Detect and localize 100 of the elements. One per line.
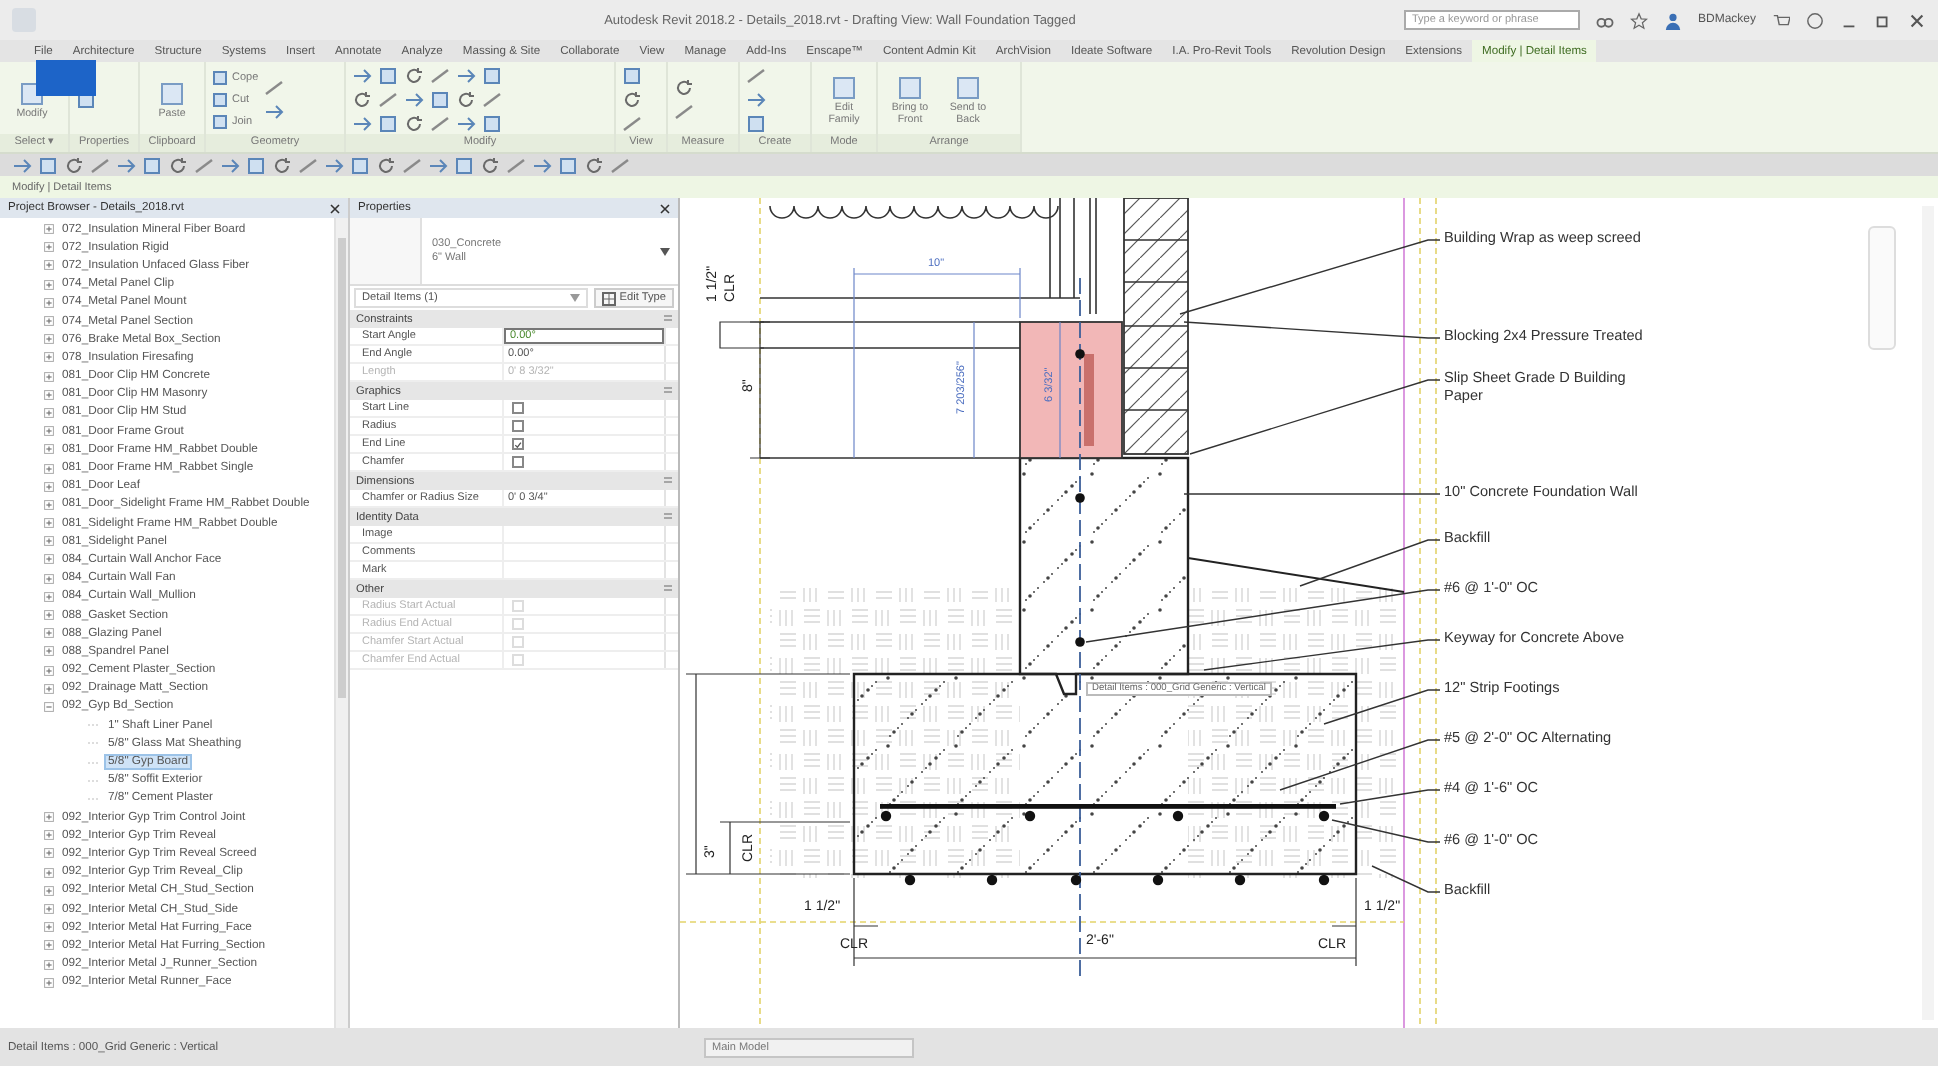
rotate-icon[interactable] — [674, 78, 694, 98]
checkbox[interactable] — [512, 420, 524, 432]
arrow-icon[interactable] — [324, 155, 344, 175]
expand-icon[interactable] — [44, 922, 54, 933]
expand-icon[interactable] — [44, 297, 54, 308]
expand-icon[interactable] — [44, 646, 54, 657]
expand-icon[interactable] — [44, 610, 54, 621]
rotate-icon[interactable] — [584, 155, 604, 175]
arrow-icon[interactable] — [116, 155, 136, 175]
arrow-icon[interactable] — [404, 90, 424, 110]
user-icon[interactable] — [1663, 11, 1682, 29]
line-icon[interactable] — [298, 155, 318, 175]
rotate-icon[interactable] — [456, 90, 476, 110]
arrow-icon[interactable] — [352, 114, 372, 134]
checkbox[interactable] — [512, 456, 524, 468]
close-icon[interactable] — [330, 203, 340, 213]
checkbox[interactable] — [512, 402, 524, 414]
square-icon[interactable] — [454, 155, 474, 175]
expand-icon[interactable] — [44, 481, 54, 492]
expand-icon[interactable] — [44, 260, 54, 271]
square-icon[interactable] — [482, 66, 502, 86]
square-icon[interactable] — [38, 155, 58, 175]
expand-icon[interactable] — [44, 224, 54, 235]
arrow-icon[interactable] — [456, 114, 476, 134]
square-icon[interactable] — [378, 114, 398, 134]
cart-icon[interactable] — [1772, 11, 1790, 29]
expand-icon[interactable] — [44, 848, 54, 859]
restore-icon[interactable] — [1874, 11, 1892, 29]
expand-icon[interactable] — [44, 573, 54, 584]
arrow-icon[interactable] — [12, 155, 32, 175]
arrow-icon[interactable] — [352, 66, 372, 86]
expand-icon[interactable] — [44, 628, 54, 639]
expand-icon[interactable] — [44, 499, 54, 510]
expand-icon[interactable] — [44, 665, 54, 676]
expand-icon[interactable] — [44, 444, 54, 455]
line-icon[interactable] — [90, 155, 110, 175]
arrow-icon[interactable] — [428, 155, 448, 175]
expand-icon[interactable] — [44, 426, 54, 437]
expand-icon[interactable] — [44, 536, 54, 547]
expand-icon[interactable] — [44, 463, 54, 474]
square-icon[interactable] — [350, 155, 370, 175]
line-icon[interactable] — [482, 90, 502, 110]
rotate-icon[interactable] — [272, 155, 292, 175]
line-icon[interactable] — [674, 102, 694, 122]
rotate-icon[interactable] — [404, 66, 424, 86]
arrow-icon[interactable] — [264, 102, 285, 122]
rotate-icon[interactable] — [480, 155, 500, 175]
square-icon[interactable] — [430, 90, 450, 110]
square-icon[interactable] — [622, 66, 642, 86]
expand-icon[interactable] — [44, 316, 54, 327]
collapse-icon[interactable] — [44, 701, 54, 712]
rotate-icon[interactable] — [404, 114, 424, 134]
arrow-icon[interactable] — [456, 66, 476, 86]
expand-icon[interactable] — [44, 352, 54, 363]
expand-icon[interactable] — [44, 959, 54, 970]
rotate-icon[interactable] — [168, 155, 188, 175]
square-icon[interactable] — [482, 114, 502, 134]
scrollbar[interactable] — [334, 218, 348, 1028]
square-icon[interactable] — [246, 155, 266, 175]
help-icon[interactable] — [1806, 11, 1824, 29]
rotate-icon[interactable] — [352, 90, 372, 110]
caret-icon[interactable] — [660, 247, 670, 255]
line-icon[interactable] — [430, 114, 450, 134]
expand-icon[interactable] — [44, 830, 54, 841]
expand-icon[interactable] — [44, 389, 54, 400]
expand-icon[interactable] — [44, 885, 54, 896]
rotate-icon[interactable] — [376, 155, 396, 175]
rotate-icon[interactable] — [64, 155, 84, 175]
rotate-icon[interactable] — [622, 90, 642, 110]
star-icon[interactable] — [1629, 11, 1648, 29]
expand-icon[interactable] — [44, 334, 54, 345]
expand-icon[interactable] — [44, 591, 54, 602]
expand-icon[interactable] — [44, 812, 54, 823]
expand-icon[interactable] — [44, 867, 54, 878]
square-icon[interactable] — [558, 155, 578, 175]
close-icon[interactable] — [1908, 11, 1926, 29]
arrow-icon[interactable] — [746, 90, 766, 110]
line-icon[interactable] — [194, 155, 214, 175]
square-icon[interactable] — [142, 155, 162, 175]
line-icon[interactable] — [622, 114, 642, 134]
expand-icon[interactable] — [44, 977, 54, 988]
line-icon[interactable] — [402, 155, 422, 175]
expand-icon[interactable] — [44, 407, 54, 418]
expand-icon[interactable] — [44, 904, 54, 915]
expand-icon[interactable] — [44, 242, 54, 253]
expand-icon[interactable] — [44, 518, 54, 529]
expand-icon[interactable] — [44, 279, 54, 290]
expand-icon[interactable] — [44, 554, 54, 565]
line-icon[interactable] — [378, 90, 398, 110]
close-icon[interactable] — [660, 203, 670, 213]
line-icon[interactable] — [746, 66, 766, 86]
line-icon[interactable] — [264, 78, 285, 98]
line-icon[interactable] — [506, 155, 526, 175]
line-icon[interactable] — [430, 66, 450, 86]
square-icon[interactable] — [746, 114, 766, 134]
square-icon[interactable] — [378, 66, 398, 86]
expand-icon[interactable] — [44, 940, 54, 951]
checkbox[interactable] — [512, 438, 524, 450]
expand-icon[interactable] — [44, 683, 54, 694]
expand-icon[interactable] — [44, 371, 54, 382]
